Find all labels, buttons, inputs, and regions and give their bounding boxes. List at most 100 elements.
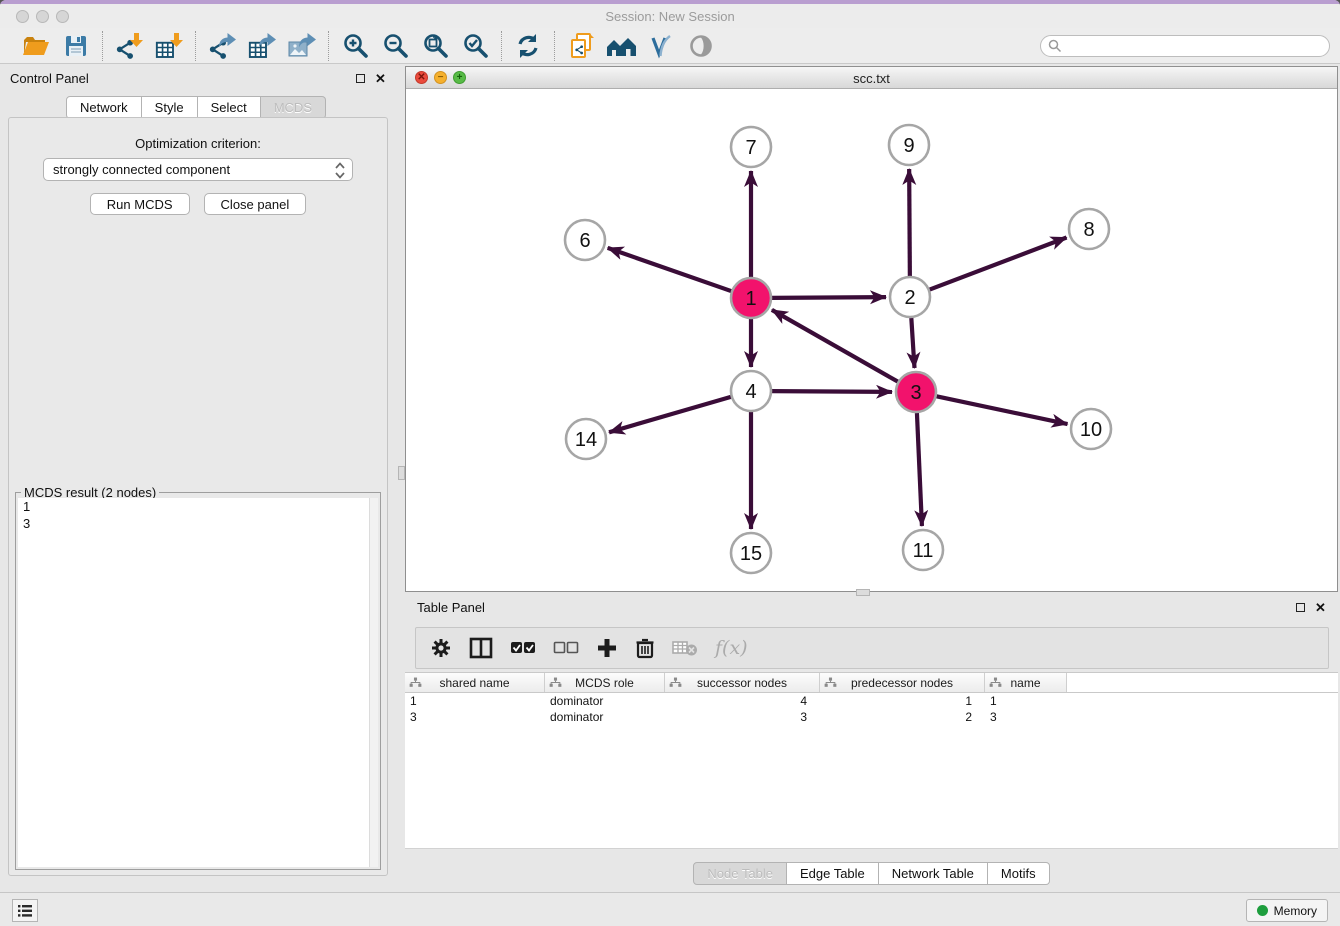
hide-selected-icon[interactable] [645,31,677,61]
table-row[interactable]: 1dominator411 [405,693,1338,709]
import-network-icon[interactable] [113,31,145,61]
delete-table-icon[interactable] [672,639,698,657]
run-mcds-button[interactable]: Run MCDS [90,193,190,215]
zoom-selected-icon[interactable] [459,31,491,61]
graph-node-label-2: 2 [904,287,915,309]
mcds-result-node[interactable]: 3 [18,515,378,532]
control-panel-title: Control Panel [10,71,89,86]
cell-mcds-role[interactable]: dominator [545,693,665,709]
table-tabs: Node TableEdge TableNetwork TableMotifs [405,862,1338,885]
node-table: shared nameMCDS role successor nodes prede… [405,672,1338,848]
memory-button[interactable]: Memory [1246,899,1328,922]
export-table-icon[interactable] [246,31,278,61]
column-label: successor nodes [697,676,787,690]
function-builder-icon[interactable]: f(x) [715,637,748,659]
tab-edge-table[interactable]: Edge Table [787,862,879,885]
add-row-icon[interactable] [596,637,618,659]
edge-3-11[interactable] [917,413,922,526]
edge-4-3[interactable] [772,391,892,392]
column-header-name[interactable]: name [985,673,1067,692]
cell-name[interactable]: 1 [985,693,1067,709]
optimization-criterion-select[interactable]: strongly connected component [43,158,353,181]
column-header-shared-name[interactable]: shared name [405,673,545,692]
tab-node-table[interactable]: Node Table [693,862,787,885]
graph-node-label-14: 14 [575,429,597,451]
export-network-icon[interactable] [206,31,238,61]
settings-icon[interactable] [430,637,452,659]
cell-name[interactable]: 3 [985,709,1067,725]
edge-2-3[interactable] [911,318,914,368]
network-window-title: scc.txt [406,71,1337,86]
table-panel-close-icon[interactable]: ✕ [1315,603,1326,612]
cell-predecessor-nodes[interactable]: 1 [820,693,985,709]
cell-successor-nodes[interactable]: 3 [665,709,820,725]
mcds-result-node[interactable]: 1 [18,498,378,515]
close-panel-button[interactable]: Close panel [204,193,307,215]
tab-mcds[interactable]: MCDS [261,96,326,119]
graph-node-label-9: 9 [903,135,914,157]
zoom-in-icon[interactable] [339,31,371,61]
toolbar-group [196,31,328,61]
open-session-icon[interactable] [20,31,52,61]
new-network-from-selection-icon[interactable] [565,31,597,61]
column-header-successor-nodes[interactable]: successor nodes [665,673,820,692]
edge-3-10[interactable] [937,396,1068,424]
save-session-icon[interactable] [60,31,92,61]
select-all-checkboxes-icon[interactable] [510,640,536,656]
main-toolbar [0,28,1340,64]
tab-motifs[interactable]: Motifs [988,862,1050,885]
network-graph[interactable]: 7968124314101511 [406,89,1337,591]
window-title: Session: New Session [0,9,1340,24]
deselect-all-checkboxes-icon[interactable] [553,640,579,656]
tab-network[interactable]: Network [66,96,142,119]
vertical-splitter-knob[interactable] [398,466,405,480]
control-panel-float-icon[interactable] [356,74,365,83]
delete-rows-icon[interactable] [635,637,655,659]
network-canvas[interactable]: 7968124314101511 [406,89,1337,591]
search-field-wrap [1040,35,1330,57]
edge-1-2[interactable] [772,297,886,298]
task-history-button[interactable] [12,899,38,922]
edge-2-9[interactable] [909,169,910,276]
import-table-icon[interactable] [153,31,185,61]
search-input[interactable] [1040,35,1330,57]
mcds-result-list[interactable]: 13 [18,498,378,867]
refresh-view-icon[interactable] [512,31,544,61]
graph-node-label-7: 7 [745,137,756,159]
edge-1-6[interactable] [608,248,732,291]
zoom-fit-icon[interactable] [419,31,451,61]
network-window-titlebar[interactable]: ✕ − + scc.txt [406,67,1337,89]
memory-status-dot [1257,905,1268,916]
cell-predecessor-nodes[interactable]: 2 [820,709,985,725]
cell-shared-name[interactable]: 1 [405,693,545,709]
toggle-graphics-details-icon[interactable] [685,31,717,61]
selected-option: strongly connected component [53,162,230,177]
application-window: Session: New Session Control Panel ✕ Net… [0,0,1340,926]
titlebar: Session: New Session [0,4,1340,28]
edge-3-1[interactable] [772,310,898,382]
table-panel-float-icon[interactable] [1296,603,1305,612]
first-neighbors-icon[interactable] [605,31,637,61]
table-panel-title: Table Panel [417,600,485,615]
control-panel-close-icon[interactable]: ✕ [375,74,386,83]
export-image-icon[interactable] [286,31,318,61]
split-panel-icon[interactable] [469,637,493,659]
tab-select[interactable]: Select [198,96,261,119]
zoom-out-icon[interactable] [379,31,411,61]
toolbar-group [103,31,195,61]
edge-2-8[interactable] [930,238,1067,290]
toolbar-group [10,31,102,61]
edge-4-14[interactable] [609,397,731,432]
tab-network-table[interactable]: Network Table [879,862,988,885]
cell-successor-nodes[interactable]: 4 [665,693,820,709]
column-header-mcds-role[interactable]: MCDS role [545,673,665,692]
graph-node-label-1: 1 [745,288,756,310]
cell-shared-name[interactable]: 3 [405,709,545,725]
table-header: shared nameMCDS role successor nodes prede… [405,673,1338,693]
horizontal-splitter-knob[interactable] [856,589,870,596]
table-row[interactable]: 3dominator323 [405,709,1338,725]
tab-style[interactable]: Style [142,96,198,119]
column-header-predecessor-nodes[interactable]: predecessor nodes [820,673,985,692]
cell-mcds-role[interactable]: dominator [545,709,665,725]
result-scrollbar[interactable] [369,498,378,867]
